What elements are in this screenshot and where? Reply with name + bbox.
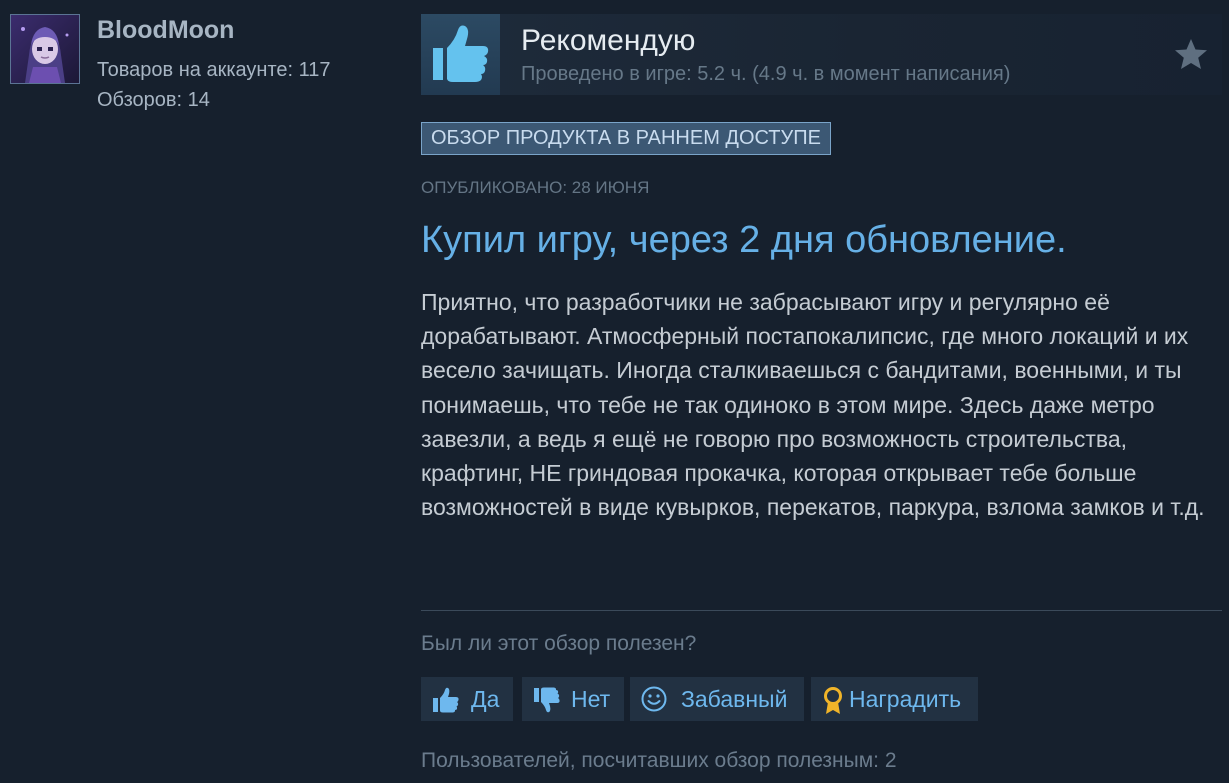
author-reviews-count[interactable]: Обзоров: 14 bbox=[97, 89, 210, 112]
posted-date: ОПУБЛИКОВАНО: 28 ИЮНЯ bbox=[421, 178, 650, 197]
vote-funny-label: Забавный bbox=[681, 686, 788, 712]
helpful-question: Был ли этот обзор полезен? bbox=[421, 632, 697, 655]
award-label: Наградить bbox=[849, 686, 962, 712]
star-icon[interactable] bbox=[1174, 38, 1208, 70]
author-avatar[interactable] bbox=[10, 14, 80, 84]
thumbs-down-icon bbox=[534, 687, 560, 713]
vote-no-button[interactable]: Нет bbox=[522, 677, 624, 721]
helpful-count: Пользователей, посчитавших обзор полезны… bbox=[421, 749, 897, 772]
vote-funny-button[interactable]: Забавный bbox=[630, 677, 804, 721]
vote-yes-button[interactable]: Да bbox=[421, 677, 513, 721]
avatar-image bbox=[11, 15, 79, 83]
author-items-count[interactable]: Товаров на аккаунте: 117 bbox=[97, 59, 331, 82]
award-button[interactable]: Наградить bbox=[811, 677, 978, 721]
author-name[interactable]: BloodMoon bbox=[97, 16, 234, 45]
recommendation-thumb bbox=[421, 14, 500, 95]
divider bbox=[421, 610, 1222, 611]
review-title: Купил игру, через 2 дня обновление. bbox=[421, 219, 1067, 261]
award-ribbon-icon bbox=[824, 687, 842, 714]
smiley-icon bbox=[641, 686, 667, 712]
vote-yes-label: Да bbox=[471, 686, 500, 712]
thumbs-up-icon bbox=[433, 25, 489, 82]
review-body: Приятно, что разработчики не забрасывают… bbox=[421, 289, 1205, 521]
vote-no-label: Нет bbox=[571, 686, 611, 712]
playtime-hours: Проведено в игре: 5.2 ч. (4.9 ч. в момен… bbox=[521, 63, 1011, 85]
recommendation-label: Рекомендую bbox=[521, 24, 696, 57]
early-access-badge[interactable]: ОБЗОР ПРОДУКТА В РАННЕМ ДОСТУПЕ bbox=[421, 122, 831, 155]
thumbs-up-icon bbox=[433, 687, 459, 713]
recommendation-header: Рекомендую Проведено в игре: 5.2 ч. (4.9… bbox=[421, 14, 1222, 95]
